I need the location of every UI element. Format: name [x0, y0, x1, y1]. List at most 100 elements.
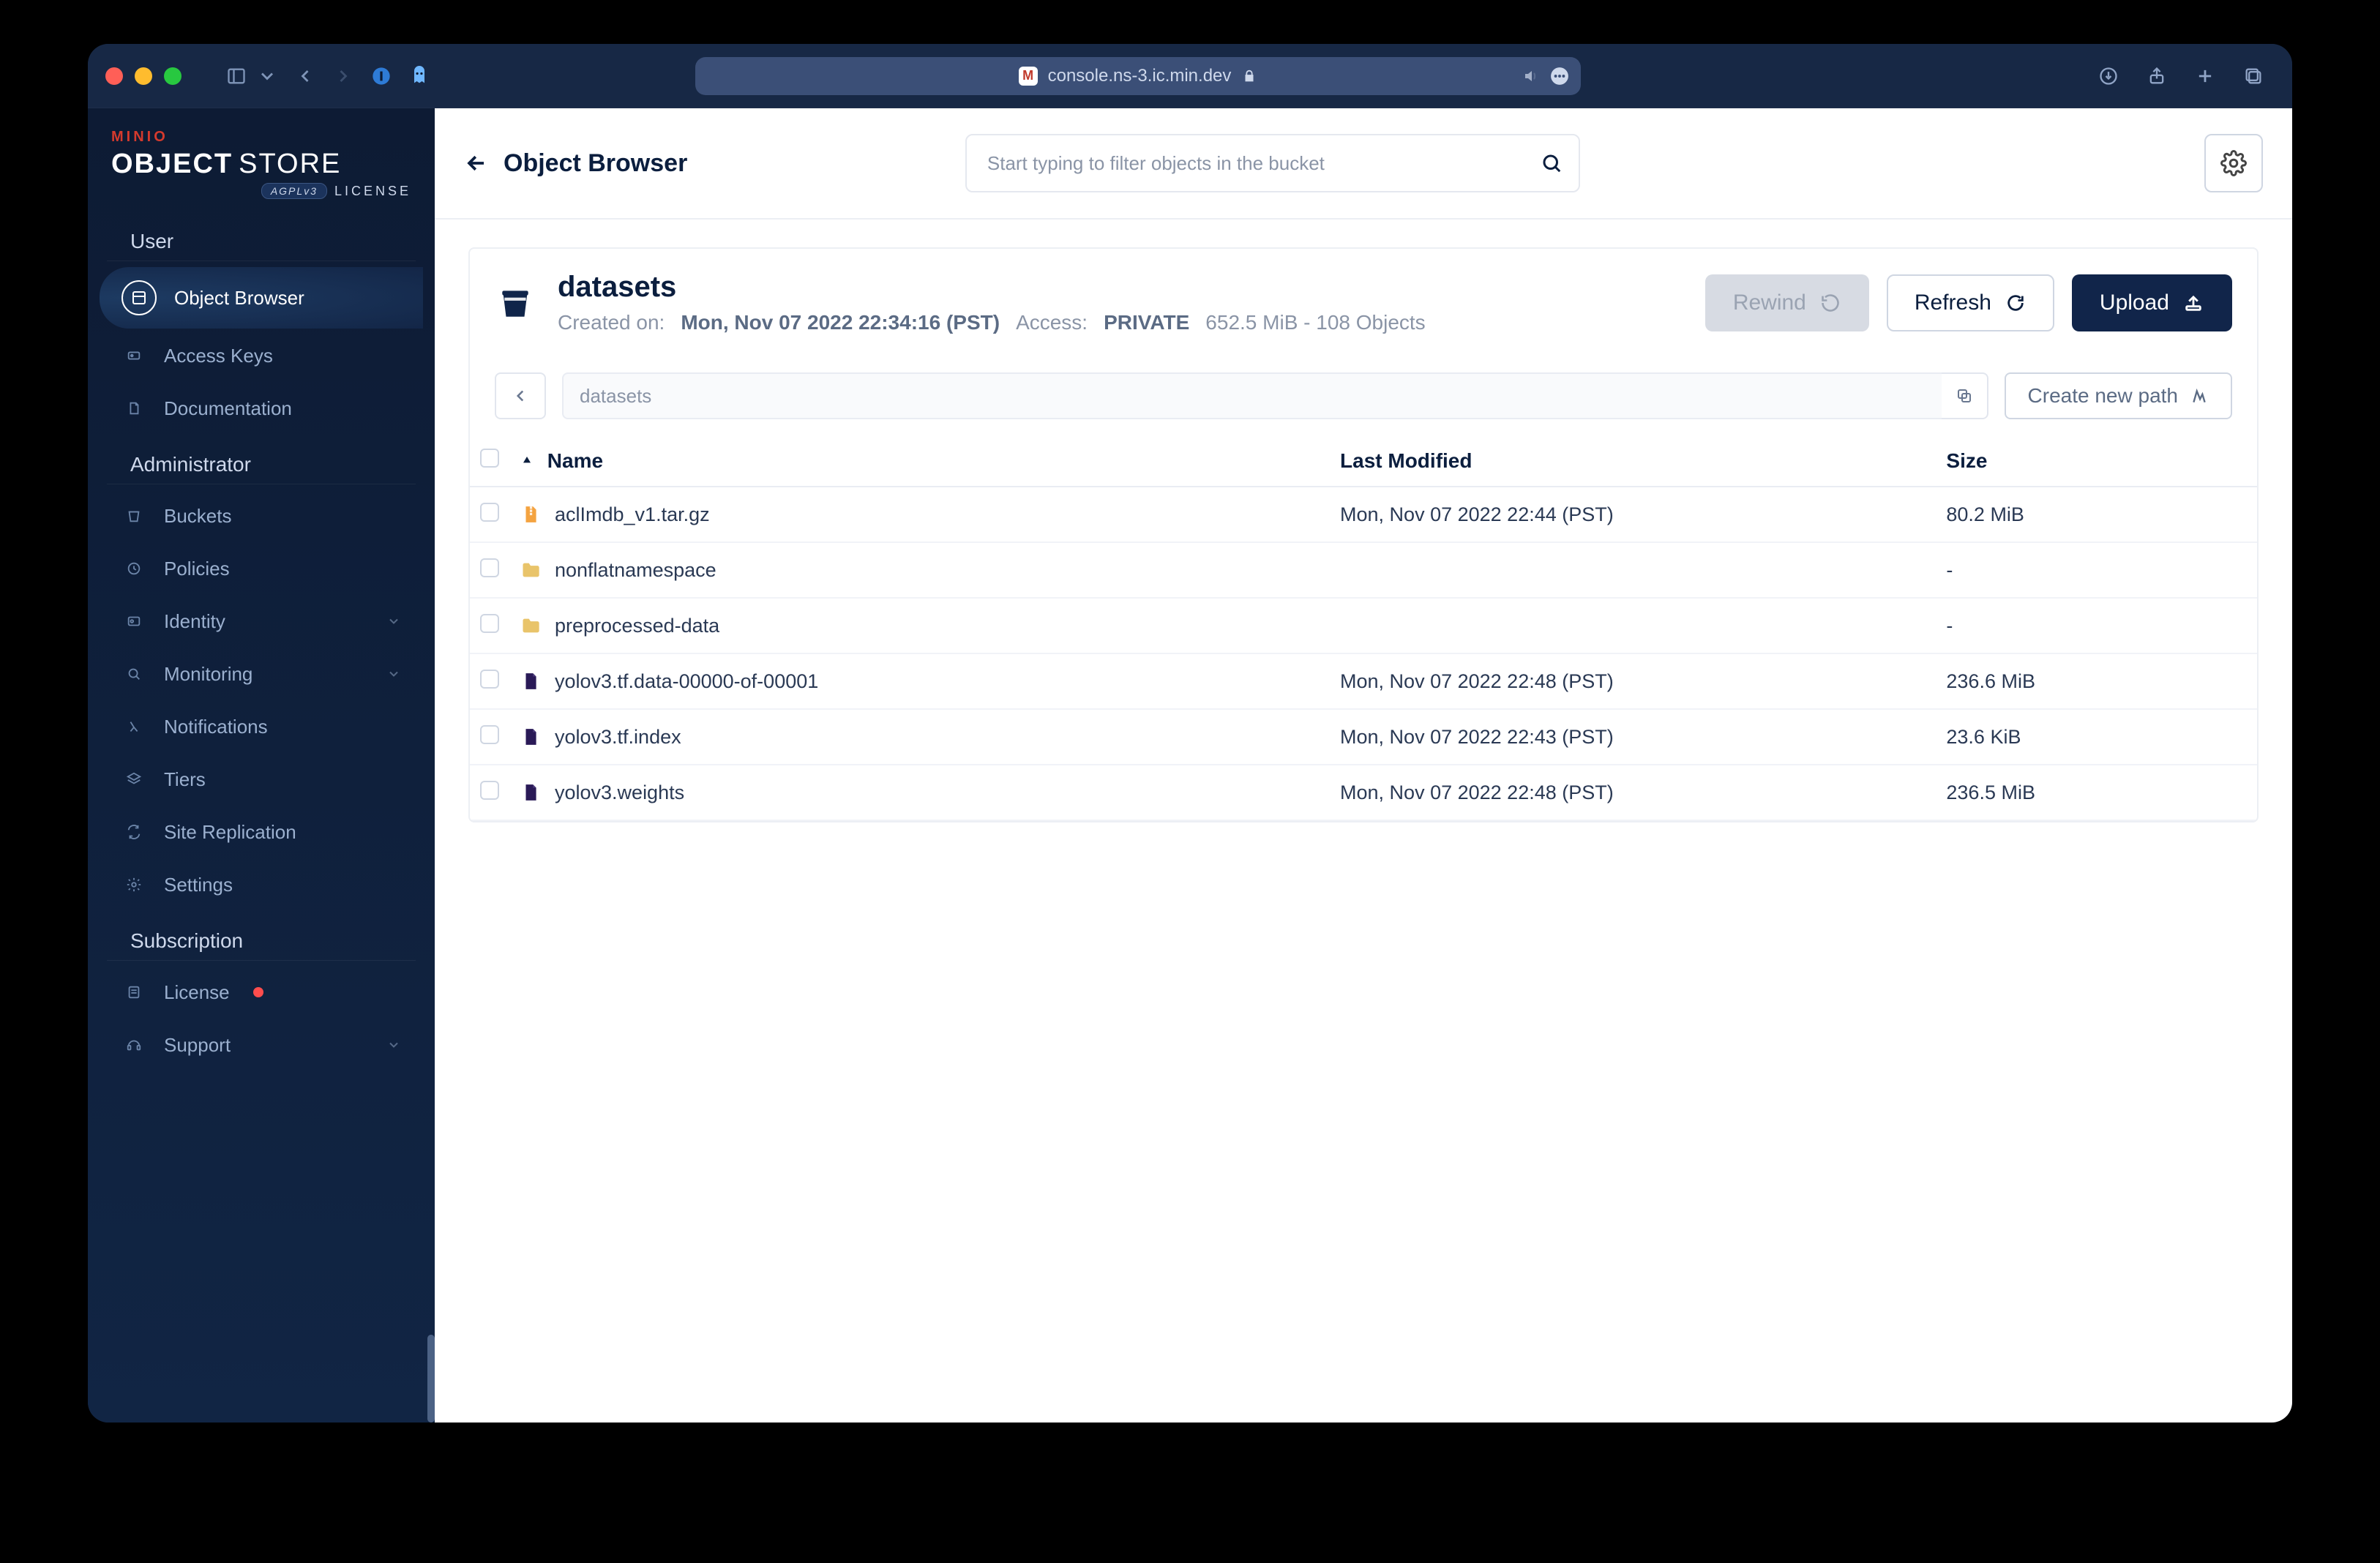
refresh-label: Refresh: [1915, 291, 1991, 315]
search-icon[interactable]: [1541, 152, 1563, 174]
row-checkbox[interactable]: [480, 725, 499, 744]
brand-license-word: LICENSE: [334, 184, 411, 199]
sidebar-item-identity[interactable]: Identity: [100, 596, 423, 647]
folder-icon: [520, 558, 542, 582]
bucket-stats: 652.5 MiB - 108 Objects: [1205, 311, 1425, 334]
bucket-header: datasets Created on: Mon, Nov 07 2022 22…: [470, 249, 2257, 356]
file-icon: [520, 669, 542, 694]
breadcrumb-row: datasets Create new path: [470, 356, 2257, 435]
table-row[interactable]: yolov3.tf.index Mon, Nov 07 2022 22:43 (P…: [470, 709, 2257, 765]
chevron-down-icon[interactable]: [253, 62, 281, 90]
extension-1password-icon[interactable]: [367, 62, 395, 90]
refresh-button[interactable]: Refresh: [1887, 274, 2054, 331]
archive-icon: [520, 502, 542, 527]
sidebar-item-site-replication[interactable]: Site Replication: [100, 806, 423, 858]
select-all-checkbox[interactable]: [480, 449, 499, 468]
sort-asc-icon[interactable]: [520, 453, 534, 468]
object-size: 236.6 MiB: [1946, 670, 2035, 692]
sidebar-item-label: Access Keys: [164, 345, 273, 367]
brand-agpl-badge: AGPLv3: [261, 183, 327, 199]
object-size: -: [1946, 559, 1953, 581]
col-modified[interactable]: Last Modified: [1340, 449, 1472, 472]
brand-object: OBJECT: [111, 149, 233, 180]
table-row[interactable]: nonflatnamespace-: [470, 542, 2257, 598]
sidebar-item-tiers[interactable]: Tiers: [100, 754, 423, 805]
tabs-overview-icon[interactable]: [2239, 62, 2267, 90]
col-name[interactable]: Name: [547, 449, 603, 472]
search-input[interactable]: [965, 134, 1580, 192]
object-name: aclImdb_v1.tar.gz: [555, 503, 710, 526]
window-controls: [105, 67, 182, 85]
create-path-label: Create new path: [2028, 384, 2178, 408]
row-checkbox[interactable]: [480, 781, 499, 800]
row-checkbox[interactable]: [480, 614, 499, 633]
sidebar-item-buckets[interactable]: Buckets: [100, 490, 423, 541]
sidebar-item-label: Policies: [164, 558, 230, 580]
more-icon[interactable]: [1550, 67, 1569, 86]
lambda-icon: [121, 714, 146, 739]
sidebar-item-license[interactable]: License: [100, 967, 423, 1018]
sidebar-item-label: Support: [164, 1034, 231, 1057]
table-row[interactable]: yolov3.tf.data-00000-of-00001Mon, Nov 07…: [470, 653, 2257, 709]
nav-forward-icon[interactable]: [329, 62, 357, 90]
create-path-button[interactable]: Create new path: [2005, 372, 2232, 419]
monitoring-icon: [121, 661, 146, 686]
sidebar-item-label: Identity: [164, 610, 225, 633]
upload-button[interactable]: Upload: [2072, 274, 2232, 331]
breadcrumb-text: datasets: [580, 385, 651, 408]
nav-back-icon[interactable]: [291, 62, 319, 90]
table-row[interactable]: preprocessed-data-: [470, 598, 2257, 653]
sidebar-item-notifications[interactable]: Notifications: [100, 701, 423, 752]
settings-icon: [121, 872, 146, 897]
titlebar: M console.ns-3.ic.min.dev: [88, 44, 2292, 108]
maximize-window-dot[interactable]: [164, 67, 182, 85]
row-checkbox[interactable]: [480, 558, 499, 577]
rewind-label: Rewind: [1733, 291, 1806, 315]
sidebar-scrollbar[interactable]: [427, 1335, 435, 1423]
chevron-down-icon: [386, 667, 401, 681]
back-arrow-icon[interactable]: [464, 151, 489, 176]
object-name: yolov3.tf.index: [555, 726, 681, 749]
new-tab-icon[interactable]: [2191, 62, 2219, 90]
sidebar-item-object-browser[interactable]: Object Browser: [100, 267, 423, 329]
sidebar-item-documentation[interactable]: Documentation: [100, 383, 423, 434]
last-modified: Mon, Nov 07 2022 22:43 (PST): [1340, 726, 1614, 748]
folder-icon: [520, 613, 542, 638]
sound-muted-icon[interactable]: [1522, 67, 1540, 85]
replication-icon: [121, 820, 146, 844]
settings-button[interactable]: [2204, 134, 2263, 192]
share-icon[interactable]: [2143, 62, 2171, 90]
brand-store: STORE: [239, 149, 341, 180]
object-size: 80.2 MiB: [1946, 503, 2024, 525]
sidebar-item-label: Buckets: [164, 505, 232, 528]
created-value: Mon, Nov 07 2022 22:34:16 (PST): [681, 311, 1000, 334]
copy-icon: [1956, 387, 1973, 405]
close-window-dot[interactable]: [105, 67, 123, 85]
sidebar-item-policies[interactable]: Policies: [100, 543, 423, 594]
breadcrumb-back-button[interactable]: [495, 372, 546, 419]
table-row[interactable]: aclImdb_v1.tar.gzMon, Nov 07 2022 22:44 …: [470, 487, 2257, 542]
extension-ghost-icon[interactable]: [405, 62, 433, 90]
upload-label: Upload: [2100, 291, 2169, 315]
object-size: -: [1946, 615, 1953, 637]
sidebar-section-admin: Administrator: [107, 435, 416, 484]
sidebar-item-support[interactable]: Support: [100, 1019, 423, 1071]
col-size[interactable]: Size: [1946, 449, 1987, 472]
sidebar-item-label: Settings: [164, 874, 233, 896]
brand-logo: MINIO OBJECT STORE AGPLv3 LICENSE: [88, 108, 435, 212]
sidebar-toggle-icon[interactable]: [222, 62, 250, 90]
breadcrumb-path[interactable]: datasets: [562, 372, 1949, 419]
sidebar-item-monitoring[interactable]: Monitoring: [100, 648, 423, 700]
new-path-icon: [2190, 386, 2209, 405]
page-header: Object Browser: [435, 108, 2292, 218]
sidebar-item-access-keys[interactable]: Access Keys: [100, 330, 423, 381]
row-checkbox[interactable]: [480, 503, 499, 522]
row-checkbox[interactable]: [480, 670, 499, 689]
sidebar-item-settings[interactable]: Settings: [100, 859, 423, 910]
table-row[interactable]: yolov3.weightsMon, Nov 07 2022 22:48 (PS…: [470, 765, 2257, 820]
downloads-icon[interactable]: [2095, 62, 2122, 90]
last-modified: Mon, Nov 07 2022 22:48 (PST): [1340, 670, 1614, 692]
copy-path-button[interactable]: [1942, 372, 1988, 419]
address-bar[interactable]: M console.ns-3.ic.min.dev: [695, 57, 1581, 95]
minimize-window-dot[interactable]: [135, 67, 152, 85]
